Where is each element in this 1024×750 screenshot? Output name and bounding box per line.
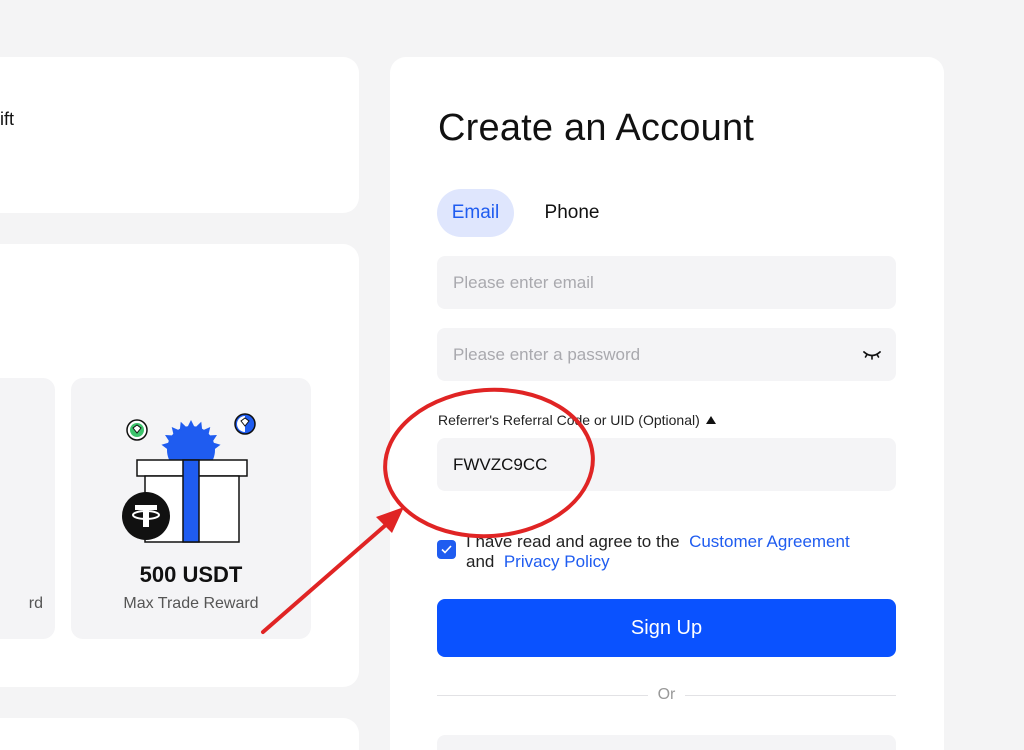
referral-code-input[interactable]	[453, 454, 880, 475]
agree-checkbox[interactable]	[437, 540, 456, 559]
customer-agreement-link[interactable]: Customer Agreement	[689, 532, 850, 551]
email-input[interactable]	[453, 272, 880, 293]
eye-closed-icon[interactable]	[862, 346, 882, 362]
password-input[interactable]	[453, 344, 880, 365]
password-field-container	[437, 328, 896, 381]
reward-tile-max-trade: 500 USDT Max Trade Reward	[71, 378, 311, 639]
banner-text: ift	[0, 109, 15, 129]
divider-line-left	[437, 694, 648, 696]
referral-toggle[interactable]: Referrer's Referral Code or UID (Optiona…	[438, 412, 716, 428]
reward-tile-partial: rd	[0, 378, 55, 639]
signup-button[interactable]: Sign Up	[437, 599, 896, 657]
page-title: Create an Account	[438, 107, 755, 149]
reward-amount: 500 USDT	[139, 562, 243, 587]
reward-subtitle: Max Trade Reward	[123, 595, 259, 612]
tab-phone[interactable]: Phone	[528, 189, 616, 237]
referral-field-container	[437, 438, 896, 491]
privacy-policy-link[interactable]: Privacy Policy	[504, 552, 610, 571]
email-field-container	[437, 256, 896, 309]
or-divider: Or	[437, 685, 896, 705]
signup-panel: Create an Account Email Phone Referrer's…	[390, 57, 944, 750]
referral-label-text: Referrer's Referral Code or UID (Optiona…	[438, 412, 700, 428]
or-text: Or	[657, 686, 676, 703]
reward-tile-subtitle: rd	[28, 595, 43, 612]
tab-email[interactable]: Email	[437, 189, 514, 237]
gift-banner-card: ift	[0, 57, 359, 213]
agreement-text: I have read and agree to the Customer Ag…	[466, 532, 906, 572]
caret-up-icon[interactable]	[705, 416, 716, 424]
social-signup-button[interactable]	[437, 735, 896, 750]
lower-card	[0, 718, 359, 750]
and-text: and	[466, 552, 495, 571]
agree-prefix: I have read and agree to the	[466, 532, 680, 551]
divider-line-right	[685, 694, 896, 696]
tether-icon	[122, 492, 170, 540]
check-icon	[441, 545, 452, 554]
